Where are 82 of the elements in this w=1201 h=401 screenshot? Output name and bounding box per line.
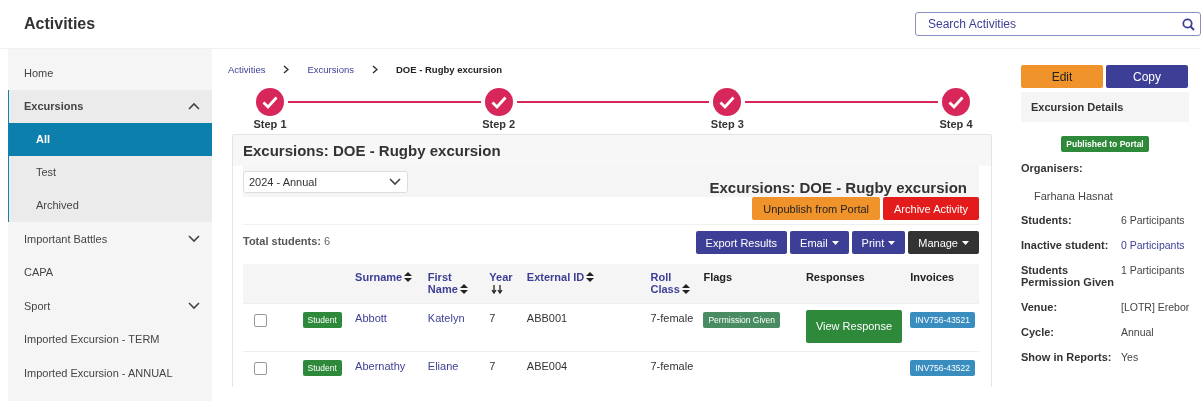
field-value: [LOTR] Erebor [1121, 301, 1189, 313]
step-label: Step 2 [482, 118, 516, 130]
field-label: Venue: [1021, 301, 1059, 313]
invoice-badge[interactable]: INV756-43521 [910, 312, 975, 328]
chevron-right-icon [371, 64, 378, 74]
sidebar-item[interactable]: Archived [9, 189, 212, 222]
field-value: 1 Participants [1121, 264, 1186, 278]
field-label: Cycle: [1021, 326, 1056, 338]
search-icon [1182, 18, 1195, 31]
edit-button[interactable]: Edit [1021, 65, 1103, 88]
chevron-down-icon [188, 301, 200, 310]
panel-heading: Excursions: DOE - Rugby excursion [709, 179, 967, 196]
table-cell: ABB001 [526, 312, 568, 324]
view-response-button[interactable]: View Response [805, 310, 903, 343]
panel-title: Excursions: DOE - Rugby excursion [233, 135, 991, 166]
table-cell: 7 [489, 360, 496, 372]
column-header[interactable]: Surname [355, 271, 413, 283]
status-badge: Published to Portal [1061, 136, 1149, 152]
sidebar-item[interactable]: All [9, 123, 212, 156]
organiser-name: Farhana Hasnat [1034, 190, 1114, 202]
column-header[interactable]: External ID [526, 271, 595, 283]
details-header: Excursion Details [1021, 92, 1189, 122]
action-button[interactable]: Export Results [695, 231, 788, 254]
table-cell: 7-female [650, 360, 694, 372]
step-label: Step 1 [253, 118, 287, 130]
chevron-down-icon [389, 177, 401, 186]
breadcrumb-link[interactable]: Activities [228, 63, 266, 75]
field-value: Annual [1121, 326, 1155, 338]
sidebar-item[interactable]: Imported Excursion - ANNUAL [8, 356, 212, 390]
step-label: Step 3 [710, 118, 744, 130]
role-badge: Student [302, 360, 342, 376]
action-button[interactable]: Manage [908, 231, 979, 254]
table-cell: ABE004 [526, 360, 568, 372]
column-header[interactable]: Year [489, 271, 519, 295]
breadcrumb-link[interactable]: Excursions [307, 63, 354, 75]
field-label: Organisers: [1021, 162, 1084, 174]
copy-button[interactable]: Copy [1106, 65, 1188, 88]
column-header: Responses [805, 271, 865, 283]
sidebar-item[interactable]: Sport [8, 289, 212, 323]
sidebar-item[interactable]: Imported Excursion - TERM [8, 322, 212, 356]
caret-icon [962, 240, 969, 245]
chevron-right-icon [283, 64, 290, 74]
action-button[interactable]: Unpublish from Portal [752, 197, 881, 220]
field-label: Students Permission Given [1021, 264, 1115, 288]
field-link[interactable]: 0 Participants [1121, 239, 1189, 251]
role-badge: Student [302, 312, 342, 328]
caret-icon [831, 240, 839, 245]
caret-icon [888, 240, 896, 245]
field-label: Inactive student: [1021, 239, 1110, 251]
row-checkbox[interactable] [254, 314, 267, 327]
table-cell: 7-female [650, 312, 694, 324]
invoice-badge[interactable]: INV756-43522 [910, 360, 975, 376]
surname-link[interactable]: Abbott [355, 312, 387, 324]
action-button[interactable]: Archive Activity [883, 197, 979, 220]
breadcrumb-current: DOE - Rugby excursion [395, 63, 503, 75]
first-name-link[interactable]: Katelyn [427, 312, 465, 324]
field-value: Yes [1121, 351, 1140, 363]
surname-link[interactable]: Abernathy [355, 360, 406, 372]
row-checkbox[interactable] [254, 362, 267, 375]
column-header: Flags [703, 271, 733, 283]
sidebar-item[interactable]: Home [8, 56, 212, 90]
sidebar-item[interactable]: Important Battles [8, 222, 212, 256]
search-field[interactable]: Search Activities [915, 12, 1201, 36]
action-button[interactable]: Email [790, 231, 849, 254]
column-header[interactable]: Roll Class [650, 271, 696, 295]
field-value: 6 Participants [1121, 214, 1186, 226]
field-label: Show in Reports: [1021, 351, 1113, 363]
step-label: Step 4 [939, 118, 973, 130]
first-name-link[interactable]: Eliane [427, 360, 459, 372]
column-header: Invoices [910, 271, 955, 283]
field-label: Students: [1021, 214, 1073, 226]
sidebar-item[interactable]: CAPA [8, 255, 212, 289]
sidebar-item[interactable]: Test [9, 156, 212, 189]
flag-badge: Permission Given [703, 312, 781, 328]
period-select[interactable]: 2024 - Annual [243, 170, 408, 193]
chevron-down-icon [188, 234, 200, 243]
action-button[interactable]: Print [851, 231, 906, 254]
page-title: Activities [24, 15, 96, 33]
chevron-up-icon [188, 102, 200, 111]
total-students: Total students: 6 [243, 235, 331, 247]
column-header[interactable]: First Name [427, 271, 482, 295]
table-cell: 7 [489, 312, 496, 324]
